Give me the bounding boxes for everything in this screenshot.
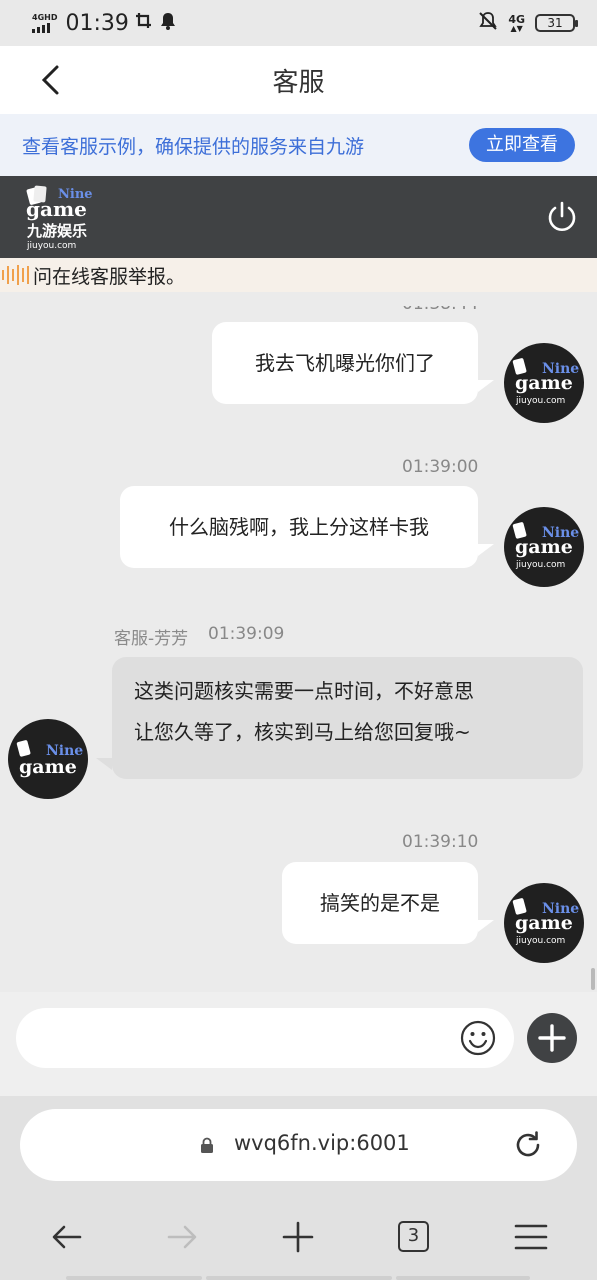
message-timestamp: 01:38:44 (402, 294, 479, 314)
browser-forward-icon[interactable] (165, 1220, 199, 1254)
user-avatar[interactable]: Nine game jiuyou.com (504, 343, 584, 423)
user-avatar[interactable]: Nine game jiuyou.com (504, 883, 584, 963)
mobile-data-indicator: 4G ▲▼ (508, 14, 525, 33)
signal-indicator: 4GHD (32, 12, 58, 33)
bubble-tail (478, 920, 494, 932)
user-avatar[interactable]: Nine game jiuyou.com (504, 507, 584, 587)
avatar-domain-text: jiuyou.com (515, 396, 565, 406)
notice-text: 查看客服示例，确保提供的服务来自九游 (22, 135, 365, 158)
brand-logo: Nine game 九游娱乐 jiuyou.com (26, 185, 93, 250)
logo-cn-text: 九游娱乐 (26, 222, 87, 240)
menu-icon[interactable] (514, 1220, 548, 1254)
add-attachment-icon[interactable] (527, 1013, 577, 1063)
lock-icon (201, 1137, 213, 1153)
reload-icon[interactable] (512, 1129, 544, 1161)
address-bar[interactable]: wvq6fn.vip:6001 (20, 1109, 577, 1181)
bubble-tail (478, 544, 494, 556)
gesture-bar (66, 1276, 202, 1280)
screenshot-icon (135, 11, 153, 36)
outgoing-message-bubble[interactable]: 什么脑残啊，我上分这样卡我 (120, 486, 478, 568)
message-timestamp: 01:39:09 (208, 624, 285, 644)
bubble-tail (96, 758, 112, 770)
battery-level: 31 (547, 16, 563, 30)
sender-name: 客服-芳芳 (114, 629, 189, 649)
avatar-domain-text: jiuyou.com (515, 560, 565, 570)
browser-back-icon[interactable] (50, 1220, 84, 1254)
message-timestamp: 01:39:10 (402, 832, 479, 852)
avatar-game-text: game (515, 912, 573, 934)
back-arrow-icon[interactable] (36, 64, 66, 96)
chat-scrollbar[interactable] (591, 968, 595, 990)
message-input-bar (0, 992, 597, 1096)
message-line: 让您久等了，核实到马上给您回复哦~ (134, 720, 471, 744)
logo-domain-text: jiuyou.com (26, 241, 76, 250)
agent-avatar[interactable]: Nine game (8, 719, 88, 799)
power-icon[interactable] (545, 200, 579, 234)
new-tab-icon[interactable] (281, 1220, 315, 1254)
avatar-game-text: game (515, 372, 573, 394)
verification-notice: 查看客服示例，确保提供的服务来自九游 立即查看 (0, 114, 597, 176)
brand-header: Nine game 九游娱乐 jiuyou.com (0, 176, 597, 258)
tab-count-button[interactable]: 3 (398, 1221, 429, 1252)
mobile-data-label: 4G (508, 12, 525, 26)
outgoing-message-bubble[interactable]: 我去飞机曝光你们了 (212, 322, 478, 404)
gesture-bar (206, 1276, 392, 1280)
mute-icon (478, 11, 498, 35)
announcement-marquee: 问在线客服举报。 (0, 258, 597, 292)
avatar-game-text: game (515, 536, 573, 558)
logo-game-text: game (26, 197, 87, 221)
avatar-domain-text: jiuyou.com (515, 936, 565, 946)
message-input[interactable] (16, 1008, 514, 1068)
status-bar: 4GHD 01:39 4G ▲▼ 31 (0, 0, 597, 46)
chat-messages[interactable]: 01:38:44 我去飞机曝光你们了 Nine game jiuyou.com … (0, 292, 597, 992)
battery-icon: 31 (535, 14, 578, 32)
avatar-game-text: game (19, 756, 77, 778)
outgoing-message-bubble[interactable]: 搞笑的是不是 (282, 862, 478, 944)
data-arrows-icon: ▲▼ (510, 23, 523, 33)
emoji-icon[interactable] (460, 1020, 496, 1056)
message-line: 这类问题核实需要一点时间，不好意思 (134, 679, 474, 703)
marquee-text: 问在线客服举报。 (33, 265, 186, 288)
bubble-tail (478, 380, 494, 392)
signal-bars-icon (32, 22, 50, 33)
browser-bottom-nav: 3 (0, 1200, 597, 1280)
notification-bell-icon (159, 11, 177, 36)
view-now-button[interactable]: 立即查看 (469, 128, 575, 162)
network-type-label: 4GHD (32, 12, 58, 22)
incoming-message-bubble[interactable]: 这类问题核实需要一点时间，不好意思 让您久等了，核实到马上给您回复哦~ (112, 657, 583, 779)
browser-address-area: wvq6fn.vip:6001 (0, 1096, 597, 1200)
title-bar: 客服 (0, 46, 597, 114)
gesture-bar (396, 1276, 530, 1280)
url-text[interactable]: wvq6fn.vip:6001 (234, 1131, 410, 1155)
message-timestamp: 01:39:00 (402, 457, 479, 477)
page-title: 客服 (272, 67, 325, 98)
status-time: 01:39 (65, 10, 129, 36)
sound-wave-icon (2, 265, 29, 285)
